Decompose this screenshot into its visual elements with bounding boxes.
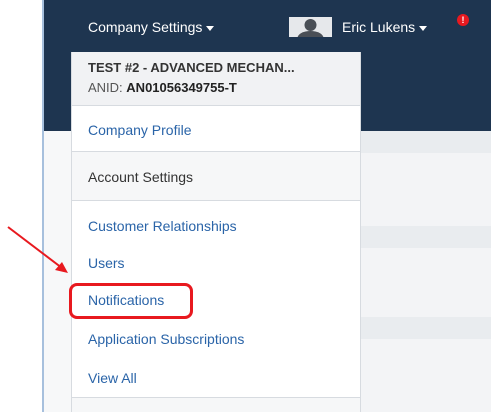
screenshot-stage: Company Settings Eric Lukens ! TEST #2 -… bbox=[0, 0, 491, 412]
red-arrow-annotation-icon bbox=[7, 226, 68, 273]
